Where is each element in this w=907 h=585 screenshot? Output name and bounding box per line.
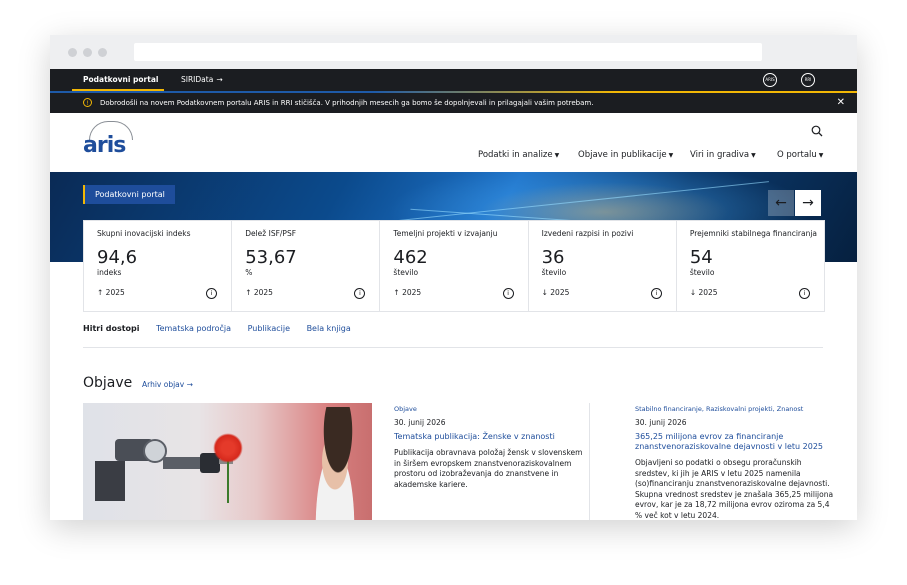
stat-unit: % (245, 268, 253, 277)
stat-year: ↓ 2025 (689, 288, 718, 297)
nav-viri-in-gradiva[interactable]: Viri in gradiva ▼ (690, 150, 756, 160)
nav-label: Objave in publikacije (578, 150, 667, 160)
stat-label: Prejemniki stabilnega financiranja (689, 229, 818, 238)
caret-down-icon: ▼ (668, 152, 674, 159)
news-image[interactable] (83, 403, 372, 520)
aris-logo-icon[interactable]: ARIS (763, 73, 777, 87)
info-icon[interactable]: i (799, 288, 811, 299)
search-icon[interactable] (811, 125, 823, 137)
aris-logo-text: ARIS (765, 77, 775, 82)
nav-label: Viri in gradiva (690, 150, 750, 160)
archive-link[interactable]: Arhiv objav → (142, 380, 193, 389)
person-illustration (305, 407, 365, 520)
news-desc: Objavljeni so podatki o obsegu proračuns… (635, 458, 834, 520)
hero-tab[interactable]: Podatkovni portal (83, 185, 175, 204)
warning-icon: ! (83, 98, 92, 107)
stat-year: ↑ 2025 (97, 288, 125, 297)
quick-link-tematska-podrocja[interactable]: Tematska področja (156, 324, 231, 333)
stat-year: ↑ 2025 (245, 288, 273, 297)
news-category[interactable]: Stabilno financiranje, Raziskovalni proj… (635, 405, 835, 413)
stat-unit: število (393, 268, 419, 277)
divider (83, 347, 823, 348)
section-title: Objave (83, 375, 133, 391)
rri-logo-text: RRI (804, 77, 812, 82)
next-arrow-icon[interactable]: → (795, 190, 821, 216)
stat-year: ↓ 2025 (541, 288, 570, 297)
stat-unit: število (541, 268, 567, 277)
nav-o-portalu[interactable]: O portalu ▼ (777, 150, 823, 160)
stat-label: Skupni inovacijski indeks (97, 229, 191, 238)
news-item: Stabilno financiranje, Raziskovalni proj… (635, 405, 835, 520)
caret-down-icon: ▼ (554, 152, 560, 159)
nav-siridata[interactable]: SIRIData → (181, 75, 223, 84)
news-date: 30. junij 2026 (635, 418, 687, 427)
nav-podatki-in-analize[interactable]: Podatki in analize ▼ (478, 150, 559, 160)
address-bar[interactable] (134, 43, 762, 61)
arrow-right-icon: → (216, 75, 223, 84)
stat-label: Delež ISF/PSF (245, 229, 297, 238)
stat-value: 53,67 (245, 247, 297, 268)
news-title[interactable]: Tematska publikacija: Ženske v znanosti (394, 432, 584, 442)
stats-row: Skupni inovacijski indeks 94,6 indeks ↑ … (83, 220, 825, 312)
window-dot-icon (83, 48, 92, 57)
info-icon[interactable]: i (206, 288, 218, 299)
browser-window: Podatkovni portal SIRIData → ARIS RRI ! D… (50, 35, 857, 520)
browser-chrome (50, 35, 857, 69)
top-navigation: Podatkovni portal SIRIData → ARIS RRI (50, 69, 857, 91)
stat-value: 54 (689, 247, 713, 268)
divider (589, 403, 590, 520)
logo-text: aris (83, 133, 126, 158)
window-dot-icon (68, 48, 77, 57)
stat-card[interactable]: Temeljni projekti v izvajanju 462 števil… (380, 221, 529, 311)
stat-year: ↑ 2025 (393, 288, 422, 297)
info-icon[interactable]: i (650, 288, 662, 299)
caret-down-icon: ▼ (818, 152, 824, 159)
info-icon[interactable]: i (502, 288, 514, 299)
prev-arrow-icon[interactable]: ← (768, 190, 794, 216)
news-category[interactable]: Objave (394, 405, 584, 413)
stat-card[interactable]: Izvedeni razpisi in pozivi 36 število ↓ … (529, 221, 677, 311)
info-icon[interactable]: i (354, 288, 366, 299)
stat-unit: število (689, 268, 715, 277)
nav-label: Podatki in analize (478, 150, 553, 160)
news-title[interactable]: 365,25 milijona evrov za financiranje zn… (635, 432, 835, 452)
stat-card[interactable]: Skupni inovacijski indeks 94,6 indeks ↑ … (84, 221, 233, 311)
site-header: aris Podatki in analize ▼ Objave in publi… (50, 113, 857, 172)
close-icon[interactable]: ✕ (837, 97, 845, 108)
stat-card[interactable]: Prejemniki stabilnega financiranja 54 št… (677, 221, 824, 311)
stat-unit: indeks (97, 268, 122, 277)
stat-value: 36 (541, 247, 565, 268)
active-indicator (72, 89, 164, 91)
flower-icon (213, 433, 243, 463)
quick-links: Hitri dostopi Tematska področja Publikac… (83, 324, 823, 333)
stat-card[interactable]: Delež ISF/PSF 53,67 % ↑ 2025 i (232, 221, 381, 311)
stat-value: 462 (393, 247, 428, 268)
notice-message: Dobrodošli na novem Podatkovnem portalu … (100, 99, 594, 107)
stat-value: 94,6 (97, 247, 138, 268)
rri-logo-icon[interactable]: RRI (801, 73, 815, 87)
nav-label: O portalu (777, 150, 817, 160)
notice-banner: ! Dobrodošli na novem Podatkovnem portal… (50, 93, 857, 113)
quick-links-label: Hitri dostopi (83, 324, 140, 333)
nav-objave-in-publikacije[interactable]: Objave in publikacije ▼ (578, 150, 673, 160)
news-desc: Publikacija obravnava položaj žensk v sl… (394, 448, 583, 489)
nav-siridata-label: SIRIData (181, 75, 214, 84)
news-date: 30. junij 2026 (394, 418, 446, 427)
window-dot-icon (98, 48, 107, 57)
news-item: Objave 30. junij 2026 Tematska publikaci… (394, 405, 584, 490)
caret-down-icon: ▼ (751, 152, 756, 159)
stat-label: Temeljni projekti v izvajanju (393, 229, 498, 238)
stat-label: Izvedeni razpisi in pozivi (541, 229, 634, 238)
quick-link-publikacije[interactable]: Publikacije (248, 324, 290, 333)
quick-link-bela-knjiga[interactable]: Bela knjiga (307, 324, 351, 333)
nav-podatkovni-portal[interactable]: Podatkovni portal (83, 75, 158, 84)
aris-logo[interactable]: aris (83, 121, 133, 158)
